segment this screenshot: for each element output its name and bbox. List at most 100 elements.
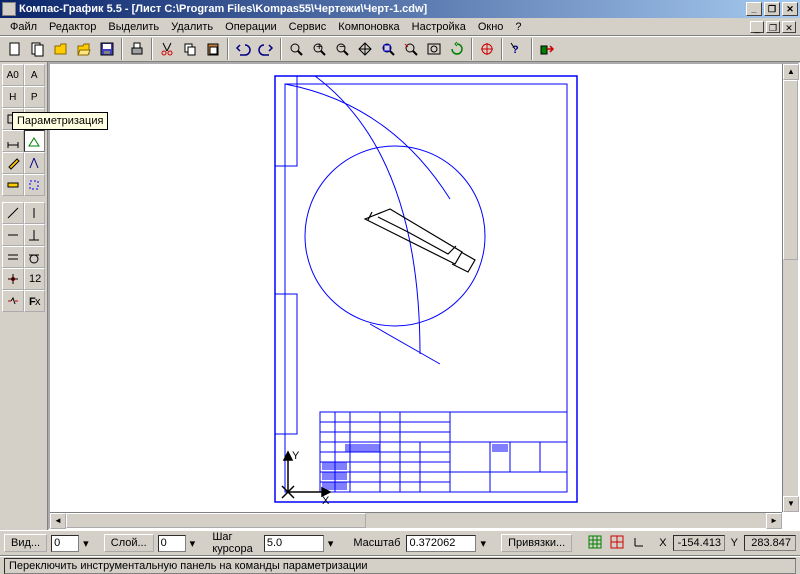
separator (151, 38, 153, 60)
view-input[interactable] (51, 535, 79, 552)
view-button[interactable]: Вид... (4, 534, 47, 552)
edit-tool[interactable] (2, 152, 24, 174)
new-doc-button[interactable] (27, 38, 49, 60)
scroll-thumb-v[interactable] (783, 80, 798, 260)
param-bar: Вид... ▾ Слой... ▾ Шаг курсора ▾ Масштаб… (0, 530, 800, 556)
separator (501, 38, 503, 60)
svg-text:−: − (339, 41, 345, 53)
tangent-tool[interactable] (24, 246, 46, 268)
zoom-fit-button[interactable] (377, 38, 399, 60)
open2-button[interactable] (73, 38, 95, 60)
select-tool[interactable] (24, 174, 46, 196)
menu-settings[interactable]: Настройка (406, 20, 472, 34)
scroll-right-button[interactable]: ► (766, 513, 782, 529)
horizontal-scrollbar[interactable]: ◄ ► (50, 512, 782, 528)
menu-service[interactable]: Сервис (283, 20, 333, 34)
snap-button[interactable]: Привязки... (501, 534, 572, 552)
redraw-button[interactable] (446, 38, 468, 60)
canvas-area: Y X ▲ ▼ ◄ ► (48, 62, 800, 530)
dropdown-icon[interactable]: ▾ (83, 537, 89, 550)
menu-editor[interactable]: Редактор (43, 20, 102, 34)
status-text: Переключить инструментальную панель на к… (4, 558, 796, 574)
drawing-canvas[interactable]: Y X (50, 64, 798, 528)
step-label: Шаг курсора (210, 531, 260, 555)
app-icon (2, 2, 16, 16)
vertical-scrollbar[interactable]: ▲ ▼ (782, 64, 798, 512)
y-coord: 283.847 (744, 535, 796, 551)
scroll-down-button[interactable]: ▼ (783, 496, 799, 512)
step-input[interactable] (264, 535, 324, 552)
menu-help[interactable]: ? (509, 20, 527, 34)
indicator-h[interactable]: H (2, 86, 24, 108)
line-tool[interactable] (2, 202, 24, 224)
open-button[interactable] (50, 38, 72, 60)
menu-file[interactable]: Файл (4, 20, 43, 34)
zoom-prev-button[interactable] (400, 38, 422, 60)
minimize-button[interactable]: _ (746, 2, 762, 16)
formula-tool[interactable]: Fx (24, 290, 46, 312)
y-label: Y (729, 537, 740, 549)
menu-operations[interactable]: Операции (219, 20, 282, 34)
copy-button[interactable] (179, 38, 201, 60)
paste-button[interactable] (202, 38, 224, 60)
measure-tool[interactable] (2, 174, 24, 196)
scroll-left-button[interactable]: ◄ (50, 513, 66, 529)
separator (471, 38, 473, 60)
indicator-a[interactable]: A (24, 64, 46, 86)
indicator-a0[interactable]: A0 (2, 64, 24, 86)
snap-button[interactable] (476, 38, 498, 60)
exit-button[interactable] (536, 38, 558, 60)
svg-text:+: + (316, 41, 322, 53)
fix-point-tool[interactable] (2, 268, 24, 290)
dropdown-icon[interactable]: ▾ (190, 537, 196, 550)
svg-text:x: x (35, 296, 41, 308)
layer-input[interactable] (158, 535, 186, 552)
dimension-tool[interactable] (2, 130, 24, 152)
zoom-all-button[interactable] (423, 38, 445, 60)
dropdown-icon[interactable]: ▾ (480, 537, 486, 550)
menu-select[interactable]: Выделить (102, 20, 165, 34)
mdi-close-button[interactable]: ✕ (782, 21, 796, 33)
redo-button[interactable] (255, 38, 277, 60)
zoom-out-button[interactable]: − (331, 38, 353, 60)
titlebar: Компас-График 5.5 - [Лист С:\Program Fil… (0, 0, 800, 18)
ucs-icon[interactable] (631, 533, 649, 553)
print-button[interactable] (126, 38, 148, 60)
indicator-p[interactable]: P (24, 86, 46, 108)
hline-tool[interactable] (2, 224, 24, 246)
axis-y-label: Y (292, 450, 300, 462)
x-coord: -154.413 (673, 535, 725, 551)
tooltip: Параметризация (12, 112, 108, 130)
layer-button[interactable]: Слой... (104, 534, 154, 552)
cut-button[interactable] (156, 38, 178, 60)
menu-layout[interactable]: Компоновка (332, 20, 405, 34)
mdi-controls: _ ❐ ✕ (750, 21, 796, 33)
zoom-window-button[interactable] (285, 38, 307, 60)
save-button[interactable] (96, 38, 118, 60)
dropdown-icon[interactable]: ▾ (328, 537, 334, 550)
break-tool[interactable] (2, 290, 24, 312)
grid2-icon[interactable] (609, 533, 627, 553)
zoom-in-button[interactable]: + (308, 38, 330, 60)
menu-window[interactable]: Окно (472, 20, 510, 34)
close-button[interactable]: ✕ (782, 2, 798, 16)
maximize-button[interactable]: ❐ (764, 2, 780, 16)
compass-tool[interactable] (24, 152, 46, 174)
mdi-restore-button[interactable]: ❐ (766, 21, 780, 33)
scroll-thumb-h[interactable] (66, 513, 366, 528)
parallel-tool[interactable] (2, 246, 24, 268)
vline-tool[interactable] (24, 202, 46, 224)
mdi-minimize-button[interactable]: _ (750, 21, 764, 33)
undo-button[interactable] (232, 38, 254, 60)
scroll-up-button[interactable]: ▲ (783, 64, 799, 80)
perp-tool[interactable] (24, 224, 46, 246)
new-button[interactable] (4, 38, 26, 60)
menu-delete[interactable]: Удалить (165, 20, 219, 34)
grid-icon[interactable] (587, 533, 605, 553)
separator (531, 38, 533, 60)
help-button[interactable]: ? (506, 38, 528, 60)
fix-dim-tool[interactable]: 12 (24, 268, 46, 290)
pan-button[interactable] (354, 38, 376, 60)
scale-input[interactable] (406, 535, 476, 552)
parametrization-tool[interactable] (24, 130, 46, 152)
